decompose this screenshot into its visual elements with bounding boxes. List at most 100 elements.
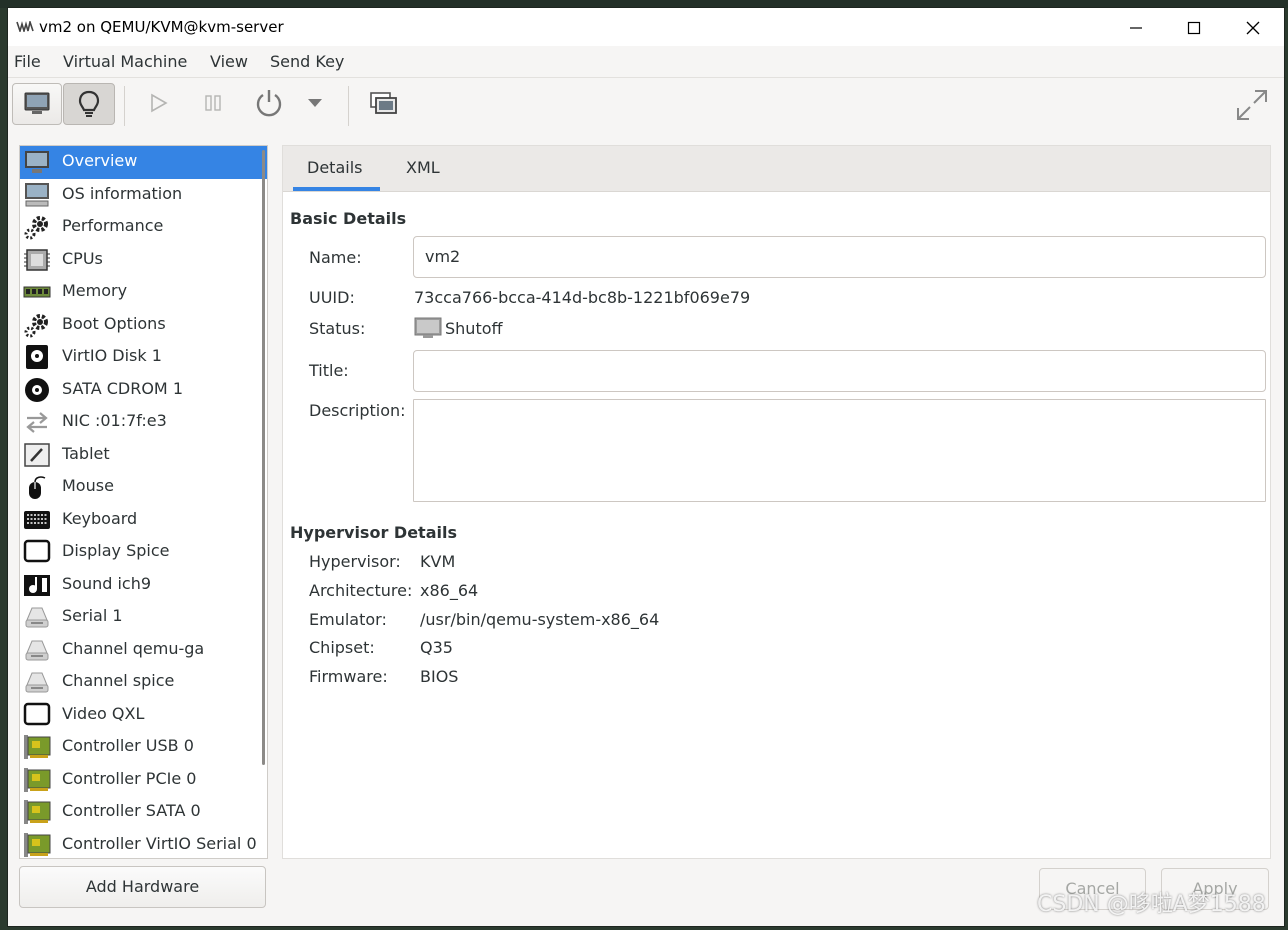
gears-icon [24, 313, 48, 337]
sidebar-item-controller-virtio-serial-0[interactable]: Controller VirtIO Serial 0 [20, 829, 267, 859]
sidebar-item-video-qxl[interactable]: Video QXL [20, 699, 267, 732]
sidebar-item-label: Display Spice [62, 541, 170, 560]
shutdown-button[interactable] [244, 83, 292, 123]
sidebar-item-os-information[interactable]: OS information [20, 179, 267, 212]
memory-icon [23, 286, 51, 298]
tab-xml[interactable]: XML [406, 158, 440, 177]
sidebar-item-controller-usb-0[interactable]: Controller USB 0 [20, 731, 267, 764]
shutdown-menu-dropdown[interactable] [296, 83, 336, 123]
sidebar-item-nic[interactable]: NIC :01:7f:e3 [20, 406, 267, 439]
architecture-value: x86_64 [420, 581, 479, 600]
snapshots-button[interactable] [360, 83, 408, 123]
sidebar-item-label: Keyboard [62, 508, 138, 528]
sidebar-item-mouse[interactable]: Mouse [20, 471, 267, 504]
tab-details[interactable]: Details [307, 158, 362, 177]
snapshots-icon [370, 92, 397, 114]
hypervisor-value: KVM [420, 552, 456, 571]
minimize-icon [1130, 27, 1142, 29]
title-bar[interactable]: vm2 on QEMU/KVM@kvm-server [8, 8, 1284, 46]
firmware-label: Firmware: [309, 667, 388, 686]
architecture-label: Architecture: [309, 581, 413, 600]
menu-file[interactable]: File [14, 52, 41, 71]
sidebar-item-sound-ich9[interactable]: Sound ich9 [20, 569, 267, 602]
sidebar-item-label: Channel spice [62, 671, 175, 690]
description-label: Description: [309, 401, 406, 420]
cdrom-icon [25, 377, 49, 402]
basic-details-heading: Basic Details [290, 209, 407, 228]
status-label: Status: [309, 319, 366, 338]
menu-view[interactable]: View [210, 52, 248, 71]
sidebar-item-label: Tablet [62, 443, 110, 463]
sidebar-item-tablet[interactable]: Tablet [20, 439, 267, 472]
gears-icon [24, 216, 48, 240]
sidebar-item-channel-qemu-ga[interactable]: Channel qemu-ga [20, 634, 267, 667]
fullscreen-button[interactable] [1228, 83, 1276, 123]
keyboard-icon [24, 510, 50, 529]
sound-icon [24, 574, 50, 596]
menu-send-key[interactable]: Send Key [270, 52, 344, 71]
maximize-button[interactable] [1166, 8, 1222, 46]
fullscreen-icon [1237, 90, 1267, 120]
toolbar [8, 77, 1284, 130]
sidebar-item-controller-sata-0[interactable]: Controller SATA 0 [20, 796, 267, 829]
run-button[interactable] [135, 83, 183, 123]
sidebar-item-label: Controller USB 0 [62, 736, 194, 755]
sidebar-item-label: Controller VirtIO Serial 0 [62, 833, 257, 853]
sidebar-item-performance[interactable]: Performance [20, 211, 267, 244]
sidebar-item-label: VirtIO Disk 1 [62, 346, 162, 365]
sidebar-item-boot-options[interactable]: Boot Options [20, 309, 267, 342]
sidebar-item-memory[interactable]: Memory [20, 276, 267, 309]
close-button[interactable] [1225, 8, 1281, 46]
emulator-value: /usr/bin/qemu-system-x86_64 [420, 610, 660, 629]
sidebar-item-cpus[interactable]: CPUs [20, 244, 267, 277]
details-panel: Details XML Basic Details Name: vm2 UUID… [282, 145, 1271, 859]
controller-card-icon [24, 735, 51, 759]
console-monitor-icon [24, 92, 50, 114]
pause-icon [205, 95, 221, 111]
sidebar-item-label: Memory [62, 281, 128, 300]
pause-button[interactable] [190, 83, 238, 123]
sidebar-item-channel-spice[interactable]: Channel spice [20, 666, 267, 699]
sidebar-item-label: Sound ich9 [62, 573, 152, 593]
sidebar-item-label: NIC :01:7f:e3 [62, 411, 167, 430]
uuid-value: 73cca766-bcca-414d-bc8b-1221bf069e79 [414, 288, 751, 307]
sidebar-item-display-spice[interactable]: Display Spice [20, 536, 267, 569]
chipset-label: Chipset: [309, 638, 375, 657]
sidebar-item-label: Overview [62, 151, 138, 170]
description-textarea[interactable] [413, 399, 1266, 502]
menu-virtual-machine[interactable]: Virtual Machine [63, 52, 187, 71]
sidebar-item-controller-pcie-0[interactable]: Controller PCIe 0 [20, 764, 267, 797]
add-hardware-button[interactable]: Add Hardware [19, 866, 266, 908]
mouse-icon [29, 476, 46, 499]
window-title: vm2 on QEMU/KVM@kvm-server [39, 18, 284, 36]
sidebar-item-keyboard[interactable]: Keyboard [20, 504, 267, 537]
monitor-icon [25, 151, 49, 173]
sidebar-item-sata-cdrom-1[interactable]: SATA CDROM 1 [20, 374, 267, 407]
show-console-button[interactable] [12, 83, 62, 125]
cpu-icon [24, 248, 50, 271]
tab-bar: Details XML [283, 146, 1270, 192]
minimize-button[interactable] [1108, 8, 1164, 46]
desktop-background [0, 0, 1288, 8]
computer-icon [25, 182, 49, 206]
name-field[interactable]: vm2 [413, 236, 1266, 278]
hardware-list[interactable]: Overview OS information Performance CPUs… [19, 145, 268, 859]
tablet-icon [24, 442, 50, 467]
sidebar-item-virtio-disk-1[interactable]: VirtIO Disk 1 [20, 341, 267, 374]
hypervisor-label: Hypervisor: [309, 552, 401, 571]
power-icon [256, 90, 282, 117]
sidebar-item-serial-1[interactable]: Serial 1 [20, 601, 267, 634]
controller-card-icon [24, 767, 51, 792]
title-label: Title: [309, 361, 349, 380]
title-field[interactable] [413, 350, 1266, 392]
vm-details-window: vm2 on QEMU/KVM@kvm-server File Virtual … [8, 8, 1284, 926]
display-icon [23, 702, 51, 725]
serial-icon [25, 640, 49, 660]
show-details-button[interactable] [63, 83, 115, 125]
sidebar-scrollbar[interactable] [262, 150, 265, 765]
sidebar-item-overview[interactable]: Overview [20, 146, 267, 179]
run-icon [151, 93, 168, 113]
firmware-value: BIOS [420, 667, 459, 686]
sidebar-item-label: Boot Options [62, 313, 166, 333]
hypervisor-details-heading: Hypervisor Details [290, 523, 457, 542]
